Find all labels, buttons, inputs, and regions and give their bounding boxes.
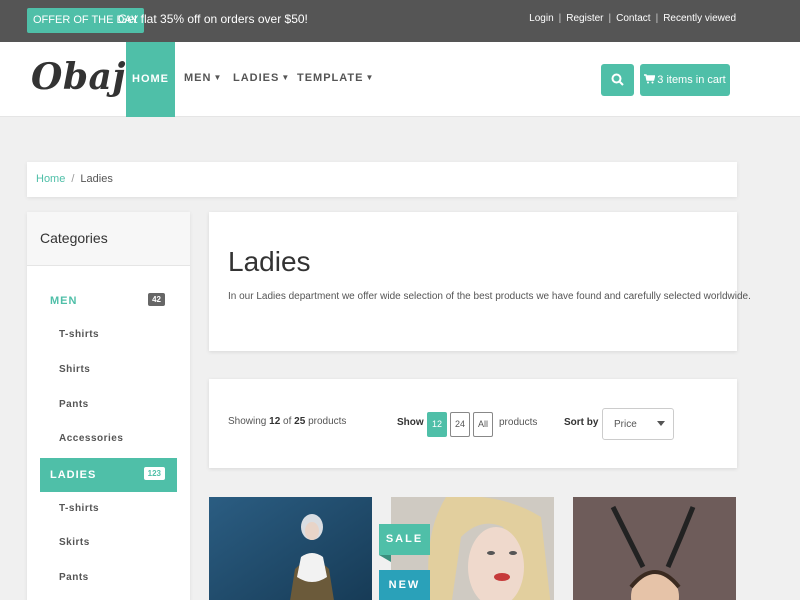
per-page-all-button[interactable]: All xyxy=(473,412,493,437)
nav-item-home[interactable]: HOME xyxy=(126,42,175,117)
shopping-cart-icon xyxy=(644,74,656,84)
sort-selected-value: Price xyxy=(614,419,637,430)
per-page-24-button[interactable]: 24 xyxy=(450,412,470,437)
search-icon xyxy=(611,73,624,86)
showing-count: 12 xyxy=(269,416,281,427)
contact-link[interactable]: Contact xyxy=(616,13,650,24)
sidebar-subitem-men-pants[interactable]: Pants xyxy=(40,388,177,422)
subcategory-label: T-shirts xyxy=(59,329,100,340)
sidebar-subitem-ladies-pants[interactable]: Pants xyxy=(40,561,177,595)
sidebar-item-ladies[interactable]: LADIES 123 xyxy=(40,458,177,492)
sidebar-title: Categories xyxy=(27,212,190,266)
nav-item-label: MEN xyxy=(184,72,212,84)
caret-down-icon: ▼ xyxy=(213,73,223,82)
show-label: Show xyxy=(397,417,424,428)
showing-prefix: Showing xyxy=(228,416,270,427)
caret-down-icon: ▼ xyxy=(281,73,291,82)
sale-ribbon-fold xyxy=(379,555,391,562)
page-title: Ladies xyxy=(228,246,311,277)
caret-down-icon: ▼ xyxy=(365,73,375,82)
new-ribbon: NEW xyxy=(379,570,430,600)
register-link[interactable]: Register xyxy=(566,13,603,24)
subcategory-label: T-shirts xyxy=(59,503,100,514)
sidebar-item-men[interactable]: MEN 42 xyxy=(40,284,177,318)
cart-button[interactable]: 3 items in cart xyxy=(640,64,730,96)
login-link[interactable]: Login xyxy=(529,13,553,24)
sidebar-subitem-men-tshirts[interactable]: T-shirts xyxy=(40,318,177,352)
showing-of: of xyxy=(280,416,295,427)
products-label: products xyxy=(499,417,538,428)
category-label: LADIES xyxy=(50,469,97,481)
sidebar-subitem-ladies-tshirts[interactable]: T-shirts xyxy=(40,492,177,526)
chevron-down-icon xyxy=(657,421,665,426)
subcategory-label: Pants xyxy=(59,399,89,410)
subcategory-label: Skirts xyxy=(59,537,90,548)
top-bar: OFFER OF THE DAY Get flat 35% off on ord… xyxy=(0,0,800,42)
subcategory-label: Shirts xyxy=(59,364,91,375)
showing-total: 25 xyxy=(294,416,306,427)
breadcrumb: Home / Ladies xyxy=(27,162,737,197)
product-image[interactable] xyxy=(573,497,736,600)
showing-count-text: Showing 12 of 25 products xyxy=(228,416,346,427)
product-toolbar: Showing 12 of 25 products Show 12 24 All… xyxy=(209,379,737,468)
subcategory-label: Accessories xyxy=(59,433,124,444)
sidebar-subitem-men-shirts[interactable]: Shirts xyxy=(40,353,177,387)
recently-viewed-link[interactable]: Recently viewed xyxy=(663,13,736,24)
nav-item-template[interactable]: TEMPLATE ▼ xyxy=(297,72,374,84)
showing-suffix: products xyxy=(305,416,347,427)
product-image[interactable] xyxy=(209,497,372,600)
category-description: In our Ladies department we offer wide s… xyxy=(228,291,751,302)
category-count-badge: 42 xyxy=(148,293,165,306)
breadcrumb-separator: / xyxy=(71,173,75,185)
per-page-12-button[interactable]: 12 xyxy=(427,412,447,437)
nav-item-ladies[interactable]: LADIES ▼ xyxy=(233,72,290,84)
subcategory-label: Pants xyxy=(59,572,89,583)
category-count-badge: 123 xyxy=(143,467,165,480)
breadcrumb-current: Ladies xyxy=(80,173,113,185)
top-links: Login | Register | Contact | Recently viewed xyxy=(529,13,736,24)
divider: | xyxy=(608,13,612,24)
cart-label: 3 items in cart xyxy=(657,74,726,86)
search-button[interactable] xyxy=(601,64,634,96)
sort-by-select[interactable]: Price xyxy=(602,408,674,440)
category-label: MEN xyxy=(50,295,78,307)
sidebar-subitem-ladies-skirts[interactable]: Skirts xyxy=(40,526,177,560)
divider: | xyxy=(558,13,562,24)
breadcrumb-home-link[interactable]: Home xyxy=(36,173,65,185)
nav-item-men[interactable]: MEN ▼ xyxy=(184,72,222,84)
category-info-box: Ladies In our Ladies department we offer… xyxy=(209,212,751,351)
offer-text: Get flat 35% off on orders over $50! xyxy=(118,12,308,26)
sidebar-subitem-men-accessories[interactable]: Accessories xyxy=(40,422,177,456)
sort-by-label: Sort by xyxy=(564,417,599,428)
nav-item-label: LADIES xyxy=(233,72,280,84)
main-navbar: Obaju HOME MEN ▼ LADIES ▼ TEMPLATE ▼ 3 item… xyxy=(0,42,800,117)
nav-item-label: TEMPLATE xyxy=(297,72,364,84)
divider: | xyxy=(655,13,659,24)
categories-sidebar: Categories MEN 42 T-shirts Shirts Pants … xyxy=(27,212,190,600)
sale-ribbon: SALE xyxy=(379,524,430,555)
